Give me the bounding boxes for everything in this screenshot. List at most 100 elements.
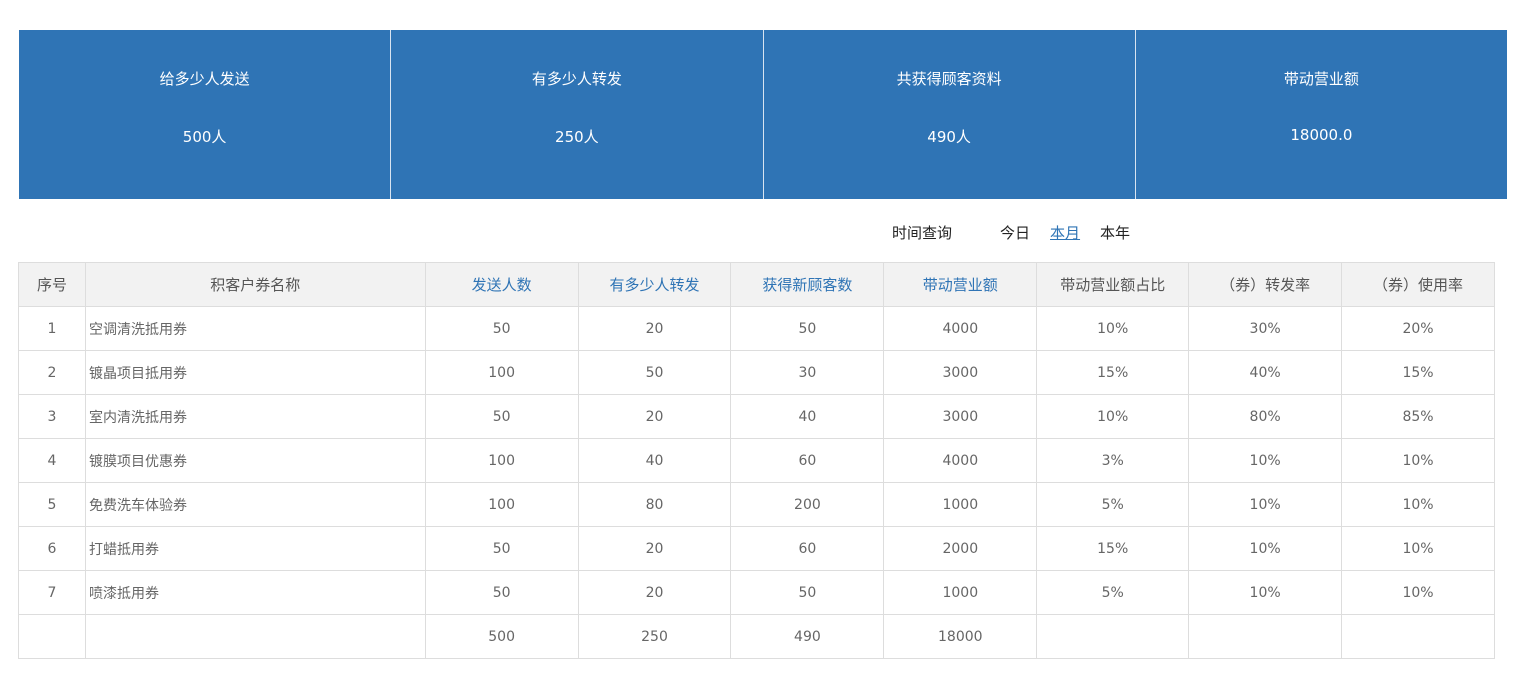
filter-option-this-year[interactable]: 本年: [1100, 222, 1130, 243]
table-row: 6 打蜡抵用券 50 20 60 2000 15% 10% 10%: [18, 526, 1495, 571]
sent-count: 50: [424, 526, 579, 571]
forward-count: 40: [577, 438, 732, 483]
forward-rate: 10%: [1188, 526, 1343, 571]
sent-count: 100: [424, 350, 579, 395]
stat-value: 250人: [555, 128, 599, 146]
row-index: 1: [18, 306, 86, 351]
revenue-share: 15%: [1036, 350, 1190, 395]
forward-rate: 80%: [1188, 394, 1343, 439]
row-index: 2: [18, 350, 86, 395]
revenue-share: 10%: [1036, 394, 1190, 439]
table-row: 7 喷漆抵用券 50 20 50 1000 5% 10% 10%: [18, 570, 1495, 615]
forward-rate: 10%: [1188, 438, 1343, 483]
usage-rate: 10%: [1341, 482, 1495, 527]
stat-label: 给多少人发送: [159, 70, 250, 88]
forward-rate: 40%: [1188, 350, 1343, 395]
sent-count: 50: [424, 394, 579, 439]
forward-count: 20: [577, 570, 732, 615]
total-sent-count: 500: [424, 614, 579, 659]
coupon-name: 喷漆抵用券: [84, 570, 426, 615]
new-customers: 60: [730, 526, 885, 571]
total-new-customers: 490: [730, 614, 885, 659]
forward-count: 50: [577, 350, 732, 395]
coupon-name: 空调清洗抵用券: [84, 306, 426, 351]
column-header-coupon-name: 积客户券名称: [84, 262, 426, 307]
column-header-forward-count[interactable]: 有多少人转发: [577, 262, 732, 307]
stat-card-revenue: 带动营业额 18000.0: [1136, 30, 1507, 199]
stat-label: 带动营业额: [1283, 70, 1359, 88]
coupon-name: 免费洗车体验券: [84, 482, 426, 527]
usage-rate: 15%: [1341, 350, 1495, 395]
stats-panel: 给多少人发送 500人 有多少人转发 250人 共获得顾客资料 490人 带动营…: [19, 30, 1507, 199]
usage-rate: 10%: [1341, 438, 1495, 483]
forward-rate: 30%: [1188, 306, 1343, 351]
row-index: 5: [18, 482, 86, 527]
revenue-share: 5%: [1036, 570, 1190, 615]
column-header-revenue[interactable]: 带动营业额: [883, 262, 1038, 307]
new-customers: 30: [730, 350, 885, 395]
revenue: 4000: [883, 306, 1038, 351]
usage-rate: 20%: [1341, 306, 1495, 351]
total-usage-rate: [1341, 614, 1495, 659]
stat-value: 490人: [927, 128, 971, 146]
total-forward-rate: [1188, 614, 1343, 659]
total-forward-count: 250: [577, 614, 732, 659]
table-row: 1 空调清洗抵用券 50 20 50 4000 10% 30% 20%: [18, 306, 1495, 351]
time-filter-label: 时间查询: [892, 223, 953, 242]
sent-count: 100: [424, 482, 579, 527]
total-revenue-share: [1036, 614, 1190, 659]
totals-name: [84, 614, 426, 659]
stat-card-forwarded: 有多少人转发 250人: [391, 30, 764, 199]
revenue-share: 3%: [1036, 438, 1190, 483]
table-row: 5 免费洗车体验券 100 80 200 1000 5% 10% 10%: [18, 482, 1495, 527]
totals-index: [18, 614, 86, 659]
stat-card-sent: 给多少人发送 500人: [19, 30, 392, 199]
column-header-sent-count[interactable]: 发送人数: [424, 262, 579, 307]
coupon-name: 镀晶项目抵用券: [84, 350, 426, 395]
column-header-index: 序号: [18, 262, 86, 307]
stat-card-customers: 共获得顾客资料 490人: [764, 30, 1136, 199]
forward-count: 20: [577, 306, 732, 351]
revenue: 3000: [883, 394, 1038, 439]
new-customers: 50: [730, 306, 885, 351]
coupon-stats-table: 序号 积客户券名称 发送人数 有多少人转发 获得新顾客数 带动营业额 带动营业额…: [18, 262, 1495, 659]
table-row: 2 镀晶项目抵用券 100 50 30 3000 15% 40% 15%: [18, 350, 1495, 395]
stat-label: 有多少人转发: [531, 70, 622, 88]
sent-count: 50: [424, 570, 579, 615]
stat-value: 500人: [182, 128, 227, 146]
revenue: 3000: [883, 350, 1038, 395]
forward-count: 20: [577, 526, 732, 571]
coupon-name: 室内清洗抵用券: [84, 394, 426, 439]
new-customers: 60: [730, 438, 885, 483]
forward-rate: 10%: [1188, 482, 1343, 527]
usage-rate: 10%: [1341, 570, 1495, 615]
revenue: 1000: [883, 482, 1038, 527]
column-header-forward-rate: （券）转发率: [1188, 262, 1343, 307]
table-header-row: 序号 积客户券名称 发送人数 有多少人转发 获得新顾客数 带动营业额 带动营业额…: [18, 262, 1495, 307]
filter-option-this-month[interactable]: 本月: [1050, 222, 1080, 243]
usage-rate: 85%: [1341, 394, 1495, 439]
revenue: 4000: [883, 438, 1038, 483]
new-customers: 40: [730, 394, 885, 439]
forward-count: 20: [577, 394, 732, 439]
new-customers: 200: [730, 482, 885, 527]
time-filter-bar: 时间查询 今日 本月 本年: [892, 222, 1150, 242]
revenue-share: 10%: [1036, 306, 1190, 351]
revenue: 1000: [883, 570, 1038, 615]
revenue-share: 15%: [1036, 526, 1190, 571]
total-revenue: 18000: [883, 614, 1038, 659]
column-header-usage-rate: （券）使用率: [1341, 262, 1495, 307]
column-header-new-customers[interactable]: 获得新顾客数: [730, 262, 885, 307]
row-index: 4: [18, 438, 86, 483]
table-row: 4 镀膜项目优惠券 100 40 60 4000 3% 10% 10%: [18, 438, 1495, 483]
table-row: 3 室内清洗抵用券 50 20 40 3000 10% 80% 85%: [18, 394, 1495, 439]
totals-row: 500 250 490 18000: [18, 614, 1495, 659]
forward-count: 80: [577, 482, 732, 527]
filter-option-today[interactable]: 今日: [1000, 222, 1030, 243]
usage-rate: 10%: [1341, 526, 1495, 571]
new-customers: 50: [730, 570, 885, 615]
revenue: 2000: [883, 526, 1038, 571]
revenue-share: 5%: [1036, 482, 1190, 527]
coupon-name: 镀膜项目优惠券: [84, 438, 426, 483]
stat-label: 共获得顾客资料: [896, 70, 1002, 88]
